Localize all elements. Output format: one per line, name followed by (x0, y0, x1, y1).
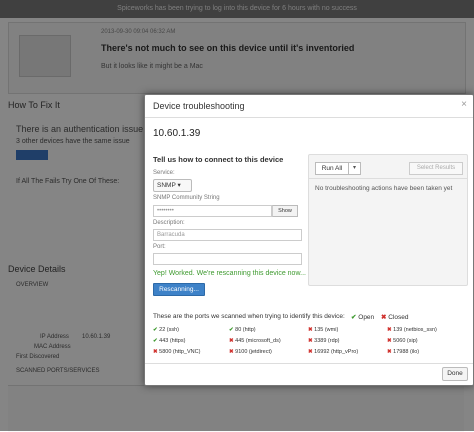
port-item: ✖ 135 (wmi) (308, 327, 338, 333)
legend-closed-label: Closed (388, 314, 409, 321)
device-ip: 10.60.1.39 (153, 128, 201, 139)
port-label: 5800 (http_VNC) (157, 349, 201, 355)
port-item: ✖ 9100 (jetdirect) (229, 349, 272, 355)
close-icon[interactable]: × (461, 99, 467, 110)
community-string-input[interactable]: •••••••• (153, 205, 272, 217)
port-item: ✖ 3389 (rdp) (308, 338, 340, 344)
port-label: 445 (microsoft_ds) (233, 338, 281, 344)
port-item: ✖ 17988 (ilo) (387, 349, 419, 355)
port-label: 135 (wmi) (312, 327, 339, 333)
port-label: 22 (ssh) (157, 327, 180, 333)
port-label: 3389 (rdp) (312, 338, 340, 344)
dialog-title: Device troubleshooting (153, 101, 245, 111)
footer-divider (145, 363, 473, 364)
port-item: ✖ 16992 (http_vPro) (308, 349, 358, 355)
legend-open: ✔ Open (351, 313, 374, 321)
community-string-label: SNMP Community String (153, 195, 220, 201)
port-item: ✔ 22 (ssh) (153, 327, 179, 333)
port-label: 17988 (ilo) (391, 349, 420, 355)
run-all-button[interactable]: Run All (315, 162, 349, 175)
port-label: 443 (https) (157, 338, 186, 344)
legend-closed: ✖ Closed (381, 313, 409, 321)
ports-title: These are the ports we scanned when tryi… (153, 313, 345, 320)
select-results-button[interactable]: Select Results (409, 162, 463, 175)
port-label: Port: (153, 244, 166, 250)
port-label: 5060 (sip) (391, 338, 418, 344)
port-input[interactable] (153, 253, 302, 265)
port-label: 139 (netbios_ssn) (391, 327, 437, 333)
service-select[interactable]: SNMP ▾ (153, 179, 192, 192)
rescanning-button[interactable]: Rescanning... (153, 283, 205, 296)
success-message: Yep! Worked. We're rescanning this devic… (153, 270, 306, 277)
port-item: ✔ 443 (https) (153, 338, 185, 344)
description-input[interactable]: Barracuda (153, 229, 302, 241)
port-label: 16992 (http_vPro) (312, 349, 359, 355)
description-label: Description: (153, 220, 185, 226)
port-item: ✖ 445 (microsoft_ds) (229, 338, 281, 344)
no-actions-message: No troubleshooting actions have been tak… (315, 185, 453, 192)
port-item: ✖ 5060 (sip) (387, 338, 418, 344)
service-label: Service: (153, 170, 175, 176)
troubleshooting-dialog: Device troubleshooting × 10.60.1.39 Tell… (144, 94, 474, 386)
done-button[interactable]: Done (442, 367, 468, 381)
port-label: 9100 (jetdirect) (233, 349, 272, 355)
port-label: 80 (http) (233, 327, 256, 333)
results-panel: Run All ▾ Select Results No troubleshoot… (308, 154, 468, 286)
connect-heading: Tell us how to connect to this device (153, 155, 284, 164)
dialog-header: Device troubleshooting × (145, 95, 473, 118)
port-item: ✖ 5800 (http_VNC) (153, 349, 200, 355)
panel-divider (309, 178, 467, 179)
legend-open-label: Open (358, 314, 375, 321)
check-icon: ✔ (351, 314, 357, 321)
port-item: ✖ 139 (netbios_ssn) (387, 327, 437, 333)
chevron-down-icon[interactable]: ▾ (348, 162, 361, 175)
show-button[interactable]: Show (272, 205, 298, 217)
port-item: ✔ 80 (http) (229, 327, 256, 333)
cross-icon: ✖ (381, 314, 387, 321)
